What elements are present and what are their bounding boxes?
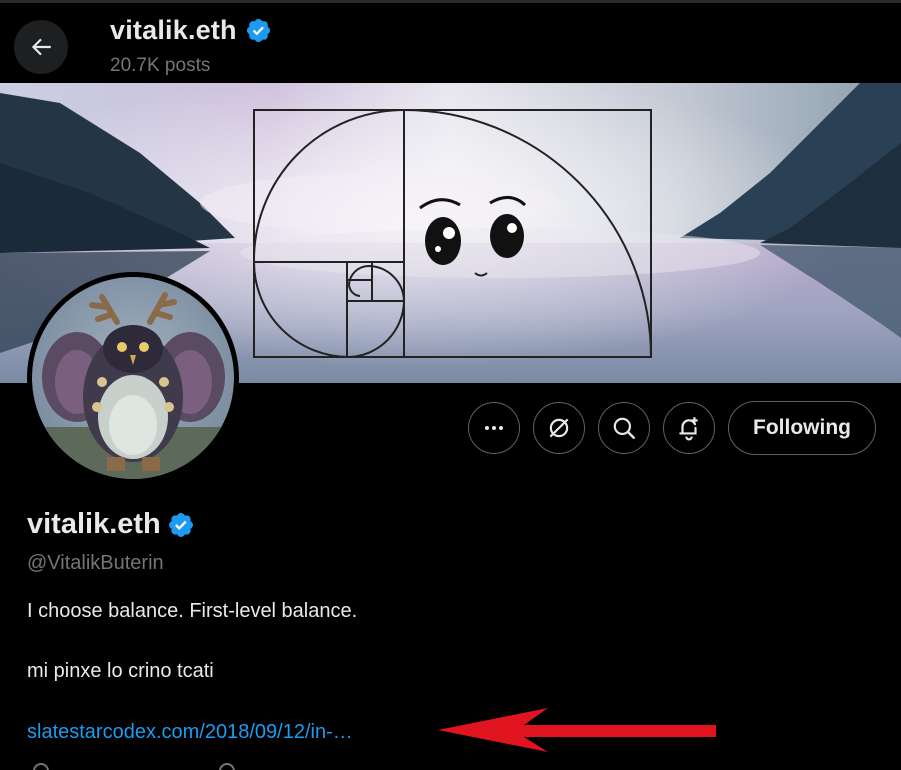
- verified-badge-icon: [246, 18, 270, 43]
- profile-handle: @VitalikButerin: [27, 552, 164, 574]
- bio-line: mi pinxe lo crino tcati: [27, 660, 214, 682]
- search-icon: [613, 417, 635, 439]
- following-button[interactable]: Following: [728, 401, 876, 455]
- more-button[interactable]: [468, 402, 521, 454]
- header-name: vitalik.eth: [110, 15, 237, 45]
- header-title-row: vitalik.eth: [110, 15, 272, 46]
- avatar: [32, 277, 234, 479]
- profile-header: vitalik.eth 20.7K posts: [0, 3, 901, 83]
- profile-meta-row-partial: [33, 763, 235, 770]
- notifications-button[interactable]: [663, 402, 716, 454]
- profile-name: vitalik.eth: [27, 508, 161, 540]
- grok-button[interactable]: [533, 402, 586, 454]
- back-button[interactable]: [14, 20, 68, 74]
- profile-page: vitalik.eth 20.7K posts Following vitali…: [0, 0, 901, 770]
- annotation-arrow-icon: [438, 708, 716, 752]
- post-count: 20.7K posts: [110, 55, 211, 76]
- profile-name-row: vitalik.eth: [27, 508, 195, 541]
- profile-website-link[interactable]: slatestarcodex.com/2018/09/12/in-…: [27, 721, 353, 744]
- more-horizontal-icon: [485, 426, 504, 430]
- bio-line: I choose balance. First-level balance.: [27, 600, 358, 622]
- arrow-left-icon: [31, 38, 51, 56]
- avatar-frame[interactable]: [27, 272, 239, 484]
- grok-icon: [549, 418, 569, 438]
- avatar-image: [32, 277, 234, 479]
- verified-badge-icon[interactable]: [167, 511, 195, 539]
- profile-actions: Following: [468, 401, 876, 455]
- bell-notification-icon: [679, 417, 698, 441]
- search-button[interactable]: [598, 402, 651, 454]
